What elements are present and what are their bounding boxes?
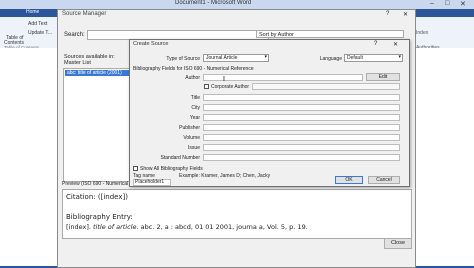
- citation-preview: Citation: ([index]): [66, 193, 128, 201]
- bibliography-rest: abc. 2, a : abcd, 01 01 2001, journa a, …: [138, 223, 308, 231]
- author-label: Author: [185, 75, 200, 81]
- search-label: Search:: [64, 32, 85, 38]
- ribbon-right-group: Index Authorities: [414, 17, 474, 51]
- close-window-icon[interactable]: ✕: [460, 0, 466, 8]
- text-cursor-icon: I: [223, 76, 225, 83]
- bibliography-italic: title of article.: [93, 223, 139, 231]
- maximize-icon[interactable]: □: [445, 0, 449, 7]
- year-input[interactable]: [203, 114, 400, 121]
- author-input[interactable]: [203, 74, 363, 81]
- corporate-author-input[interactable]: [252, 83, 400, 90]
- help-icon[interactable]: ?: [386, 11, 389, 17]
- volume-input[interactable]: [203, 134, 400, 141]
- close-icon[interactable]: ✕: [393, 41, 398, 48]
- bibliography-prefix: [index].: [66, 223, 93, 231]
- year-label: Year: [189, 115, 200, 121]
- example-text: Example: Kramer, James D; Chen, Jacky: [179, 173, 271, 179]
- standard-number-input[interactable]: [203, 154, 400, 161]
- tag-name-input[interactable]: Placeholder1: [133, 179, 171, 186]
- type-of-source-select[interactable]: Journal Article: [203, 54, 269, 62]
- word-title: Document1 - Microsoft Word: [175, 0, 252, 6]
- edit-button[interactable]: Edit: [366, 73, 400, 81]
- show-all-fields-checkbox[interactable]: [133, 166, 138, 171]
- issue-label: Issue: [188, 145, 200, 151]
- tab-home[interactable]: Home: [26, 9, 39, 15]
- sort-select[interactable]: Sort by Author: [256, 30, 404, 38]
- create-source-title: Create Source: [133, 41, 169, 47]
- show-all-fields-label: Show All Bibliography Fields: [140, 166, 203, 172]
- cancel-button[interactable]: Cancel: [368, 176, 400, 184]
- corporate-author-checkbox[interactable]: [204, 84, 209, 89]
- title-input[interactable]: [203, 94, 400, 101]
- source-manager-title: Source Manager: [62, 11, 107, 17]
- title-label: Title: [190, 95, 200, 101]
- list-item[interactable]: abc: title of article (2001): [65, 70, 133, 76]
- standard-number-label: Standard Number: [160, 155, 200, 161]
- ok-button[interactable]: OK: [335, 176, 363, 184]
- bibliography-entry: [index]. title of article. abc. 2, a : a…: [66, 223, 308, 231]
- index-group-label: Index: [416, 30, 429, 36]
- word-title-bar: Document1 - Microsoft Word – □ ✕: [0, 0, 474, 9]
- close-icon[interactable]: ✕: [403, 11, 408, 18]
- language-label: Language: [319, 56, 342, 62]
- corporate-author-label: Corporate Author: [211, 84, 250, 90]
- master-list-label: Master List: [64, 60, 91, 66]
- volume-label: Volume: [183, 135, 200, 141]
- language-select[interactable]: Default: [344, 54, 403, 62]
- sources-available-label: Sources available in: Master List: [64, 54, 115, 66]
- close-button[interactable]: Close: [384, 238, 412, 249]
- issue-input[interactable]: [203, 144, 400, 151]
- publisher-input[interactable]: [203, 124, 400, 131]
- minimize-icon[interactable]: –: [430, 0, 434, 7]
- update-table-button[interactable]: Update T...: [28, 30, 52, 36]
- city-input[interactable]: [203, 104, 400, 111]
- type-of-source-label: Type of Source: [166, 56, 200, 62]
- bib-fields-label: Bibliography Fields for ISO 690 - Numeri…: [133, 66, 254, 72]
- preview-box: Citation: ([index]) Bibliography Entry: …: [62, 189, 412, 239]
- publisher-label: Publisher: [179, 125, 200, 131]
- add-text-button[interactable]: Add Text: [28, 21, 47, 27]
- ribbon-left-group: Add Text Update T... Table of Contents T…: [0, 17, 57, 50]
- city-label: City: [191, 105, 200, 111]
- bibliography-title: Bibliography Entry:: [66, 213, 133, 221]
- create-source-dialog: Create Source ? ✕ Type of Source Journal…: [129, 39, 410, 187]
- help-icon[interactable]: ?: [374, 41, 377, 47]
